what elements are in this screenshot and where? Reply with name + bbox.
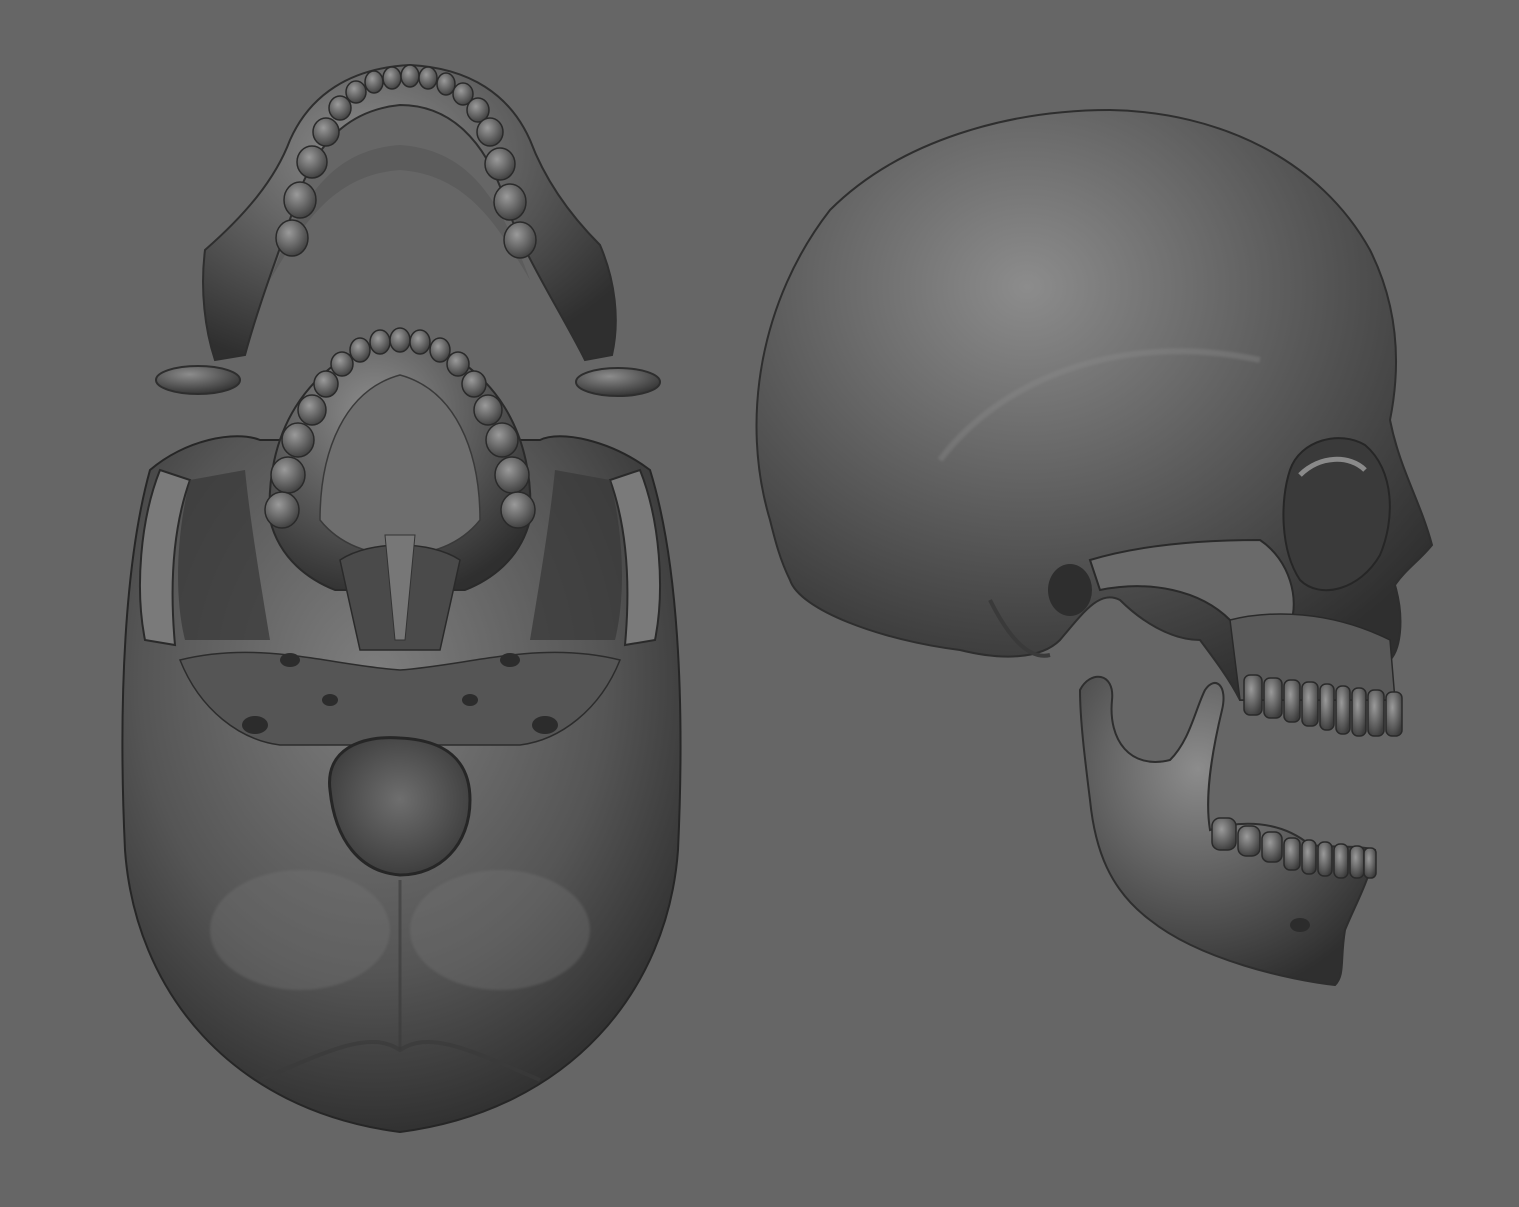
sculpt-viewport <box>0 0 1519 1207</box>
viewport-canvas <box>0 0 1519 1207</box>
skull-bottom-view <box>121 327 682 1134</box>
